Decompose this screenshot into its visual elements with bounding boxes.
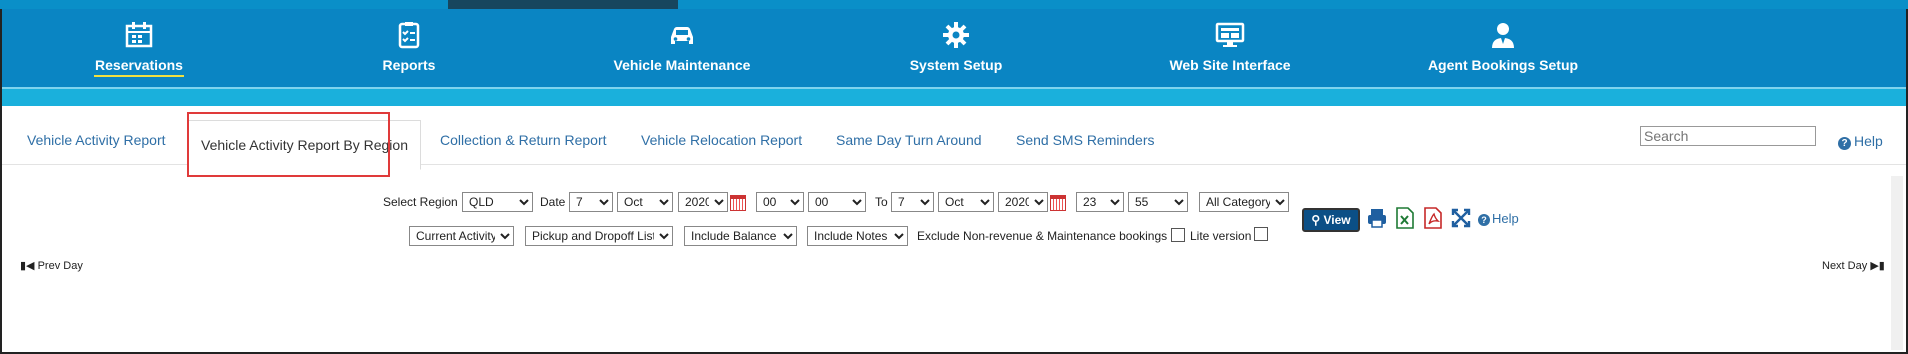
fullscreen-icon[interactable]: [1450, 206, 1472, 230]
nav-label: Web Site Interface: [1169, 57, 1291, 73]
print-icon[interactable]: [1366, 206, 1388, 230]
main-nav: Reservations Reports Vehicle Maintenance…: [2, 9, 1906, 87]
nav-label: Vehicle Maintenance: [613, 57, 751, 73]
help-label: Help: [1854, 133, 1883, 149]
lite-version-checkbox[interactable]: [1254, 227, 1268, 241]
top-strip: [0, 0, 1908, 9]
calendar-icon: [125, 22, 153, 48]
report-help-link[interactable]: ? Help: [1478, 211, 1519, 226]
view-button[interactable]: ⚲ View: [1302, 208, 1360, 232]
top-strip-segment: [448, 0, 678, 9]
to-month-select[interactable]: Oct: [938, 192, 994, 212]
tab-collection-return-report[interactable]: Collection & Return Report: [440, 132, 607, 148]
gear-icon: [943, 22, 969, 48]
car-icon: [671, 27, 693, 44]
region-select[interactable]: QLD: [462, 192, 533, 212]
to-day-select[interactable]: 7: [891, 192, 934, 212]
nav-item-web-site-interface[interactable]: Web Site Interface: [1093, 9, 1367, 87]
balance-select[interactable]: Include Balance: [684, 226, 797, 246]
view-label: View: [1323, 213, 1351, 227]
from-month-select[interactable]: Oct: [617, 192, 673, 212]
from-day-select[interactable]: 7: [569, 192, 613, 212]
monitor-icon: [1215, 22, 1245, 47]
active-underline: [94, 75, 184, 77]
tab-vehicle-activity-report[interactable]: Vehicle Activity Report: [27, 132, 166, 148]
category-select[interactable]: All Category: [1199, 192, 1289, 212]
tab-send-sms-reminders[interactable]: Send SMS Reminders: [1016, 132, 1155, 148]
to-year-select[interactable]: 2020: [998, 192, 1048, 212]
from-hour-select[interactable]: 00: [756, 192, 804, 212]
next-day-label: Next Day: [1822, 260, 1868, 272]
search-icon: ⚲: [1311, 213, 1321, 227]
list-type-select[interactable]: Pickup and Dropoff List: [525, 226, 673, 246]
tab-vehicle-relocation-report[interactable]: Vehicle Relocation Report: [641, 132, 802, 148]
accent-bar: [2, 87, 1906, 106]
tab-same-day-turn-around[interactable]: Same Day Turn Around: [836, 132, 982, 148]
nav-label: Reservations: [95, 57, 183, 73]
nav-item-reservations[interactable]: Reservations: [2, 9, 276, 87]
scrollbar[interactable]: [1891, 176, 1903, 350]
excel-export-icon[interactable]: [1394, 206, 1416, 230]
nav-label: Reports: [382, 57, 436, 73]
step-backward-icon: ▮◀: [20, 260, 35, 272]
nav-label: System Setup: [909, 57, 1003, 73]
exclude-nonrevenue-checkbox[interactable]: [1171, 228, 1185, 242]
highlight-box: [187, 112, 390, 177]
question-icon: ?: [1838, 137, 1851, 150]
nav-item-system-setup[interactable]: System Setup: [819, 9, 1093, 87]
activity-select[interactable]: Current Activity: [409, 226, 514, 246]
calendar-icon[interactable]: [730, 195, 746, 211]
from-minute-select[interactable]: 00: [808, 192, 866, 212]
nav-label: Agent Bookings Setup: [1427, 57, 1579, 73]
clipboard-list-icon: [398, 22, 420, 49]
help-link[interactable]: ? Help: [1838, 133, 1883, 150]
step-forward-icon: ▶▮: [1870, 260, 1885, 272]
nav-item-vehicle-maintenance[interactable]: Vehicle Maintenance: [545, 9, 819, 87]
prev-day-label: Prev Day: [37, 260, 83, 272]
prev-day-link[interactable]: ▮◀ Prev Day: [20, 259, 83, 272]
question-icon: ?: [1478, 214, 1490, 226]
calendar-icon[interactable]: [1050, 195, 1066, 211]
notes-select[interactable]: Include Notes: [807, 226, 908, 246]
from-year-select[interactable]: 2020: [678, 192, 728, 212]
to-label: To: [875, 195, 888, 209]
agent-icon: [1492, 23, 1514, 48]
pdf-export-icon[interactable]: [1422, 206, 1444, 230]
lite-version-label: Lite version: [1190, 229, 1252, 243]
help-label: Help: [1492, 211, 1519, 226]
select-region-label: Select Region: [383, 195, 458, 209]
to-minute-select[interactable]: 55: [1128, 192, 1188, 212]
next-day-link[interactable]: Next Day ▶▮: [1822, 259, 1885, 272]
nav-item-reports[interactable]: Reports: [272, 9, 546, 87]
exclude-nonrevenue-label: Exclude Non-revenue & Maintenance bookin…: [917, 229, 1168, 243]
to-hour-select[interactable]: 23: [1076, 192, 1124, 212]
nav-item-agent-bookings-setup[interactable]: Agent Bookings Setup: [1366, 9, 1640, 87]
date-label: Date: [540, 195, 566, 209]
search-input[interactable]: [1640, 126, 1816, 146]
